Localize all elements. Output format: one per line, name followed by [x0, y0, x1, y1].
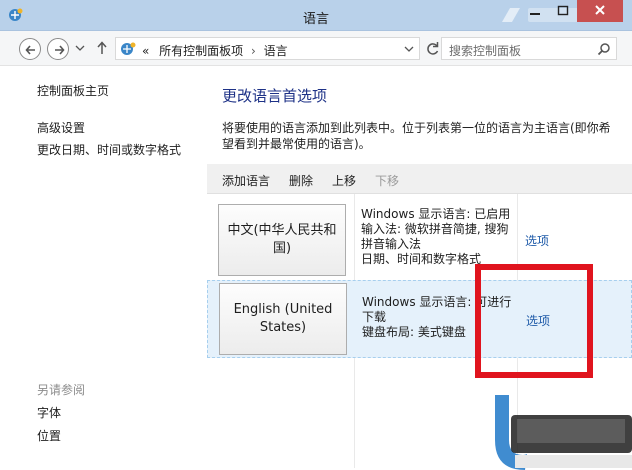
- breadcrumb-all-items[interactable]: 所有控制面板项: [159, 44, 243, 58]
- minimize-button[interactable]: [521, 0, 549, 22]
- page-title: 更改语言首选项: [222, 87, 328, 105]
- remove-button[interactable]: 删除: [289, 172, 313, 189]
- forward-button[interactable]: [47, 38, 69, 60]
- arrow-right-icon: [55, 45, 65, 55]
- language-toolbar: 添加语言 删除 上移 下移: [207, 164, 632, 194]
- sidebar-item-fonts[interactable]: 字体: [37, 404, 61, 421]
- refresh-button[interactable]: [424, 37, 442, 60]
- breadcrumb-overflow[interactable]: «: [142, 44, 149, 58]
- refresh-icon: [427, 42, 439, 55]
- page-description: 将要使用的语言添加到此列表中。位于列表第一位的语言为主语言(即你希望看到并最常使…: [222, 121, 611, 151]
- control-panel-icon: [121, 42, 136, 55]
- breadcrumb-language[interactable]: 语言: [264, 44, 288, 58]
- language-english-button[interactable]: English (United States): [219, 283, 347, 355]
- language-info: Windows 显示语言: 已启用 输入法: 微软拼音简捷, 搜狗拼音输入法 日…: [361, 207, 519, 267]
- move-down-button[interactable]: 下移: [375, 172, 399, 189]
- display-language-status: Windows 显示语言: 已启用: [361, 207, 511, 221]
- chevron-down-icon[interactable]: [404, 46, 414, 53]
- watermark-logo: [495, 395, 632, 470]
- sidebar-item-advanced-settings[interactable]: 高级设置: [37, 119, 85, 136]
- breadcrumb-separator[interactable]: ›: [251, 44, 256, 58]
- navigation-bar: « 所有控制面板项 › 语言 搜索控制面板: [0, 31, 632, 66]
- add-language-button[interactable]: 添加语言: [222, 172, 270, 189]
- sidebar-item-location[interactable]: 位置: [37, 427, 61, 444]
- back-button[interactable]: [19, 38, 41, 60]
- close-icon: [595, 5, 605, 15]
- breadcrumb: « 所有控制面板项 › 语言: [142, 42, 288, 59]
- highlight-annotation-box: [475, 264, 593, 378]
- search-input[interactable]: 搜索控制面板: [441, 37, 617, 60]
- search-placeholder: 搜索控制面板: [449, 44, 522, 58]
- maximize-button[interactable]: [549, 0, 577, 22]
- sidebar: 控制面板主页 高级设置 更改日期、时间或数字格式 另请参阅 字体 位置: [0, 66, 206, 470]
- move-up-button[interactable]: 上移: [332, 172, 356, 189]
- input-method-info: 输入法: 微软拼音简捷, 搜狗拼音输入法: [361, 222, 509, 251]
- title-bar: 语言: [0, 0, 632, 31]
- up-arrow-icon[interactable]: [96, 41, 108, 55]
- sidebar-item-change-date-time[interactable]: 更改日期、时间或数字格式: [37, 141, 181, 158]
- language-chinese-button[interactable]: 中文(中华人民共和国): [218, 204, 346, 276]
- recent-locations-icon[interactable]: [75, 44, 85, 52]
- close-button[interactable]: [577, 0, 623, 22]
- arrow-left-icon: [25, 45, 35, 55]
- options-link-chinese[interactable]: 选项: [525, 232, 549, 249]
- sidebar-item-home[interactable]: 控制面板主页: [37, 82, 109, 99]
- search-icon: [597, 43, 610, 56]
- address-bar[interactable]: « 所有控制面板项 › 语言: [115, 37, 420, 60]
- see-also-heading: 另请参阅: [37, 383, 86, 397]
